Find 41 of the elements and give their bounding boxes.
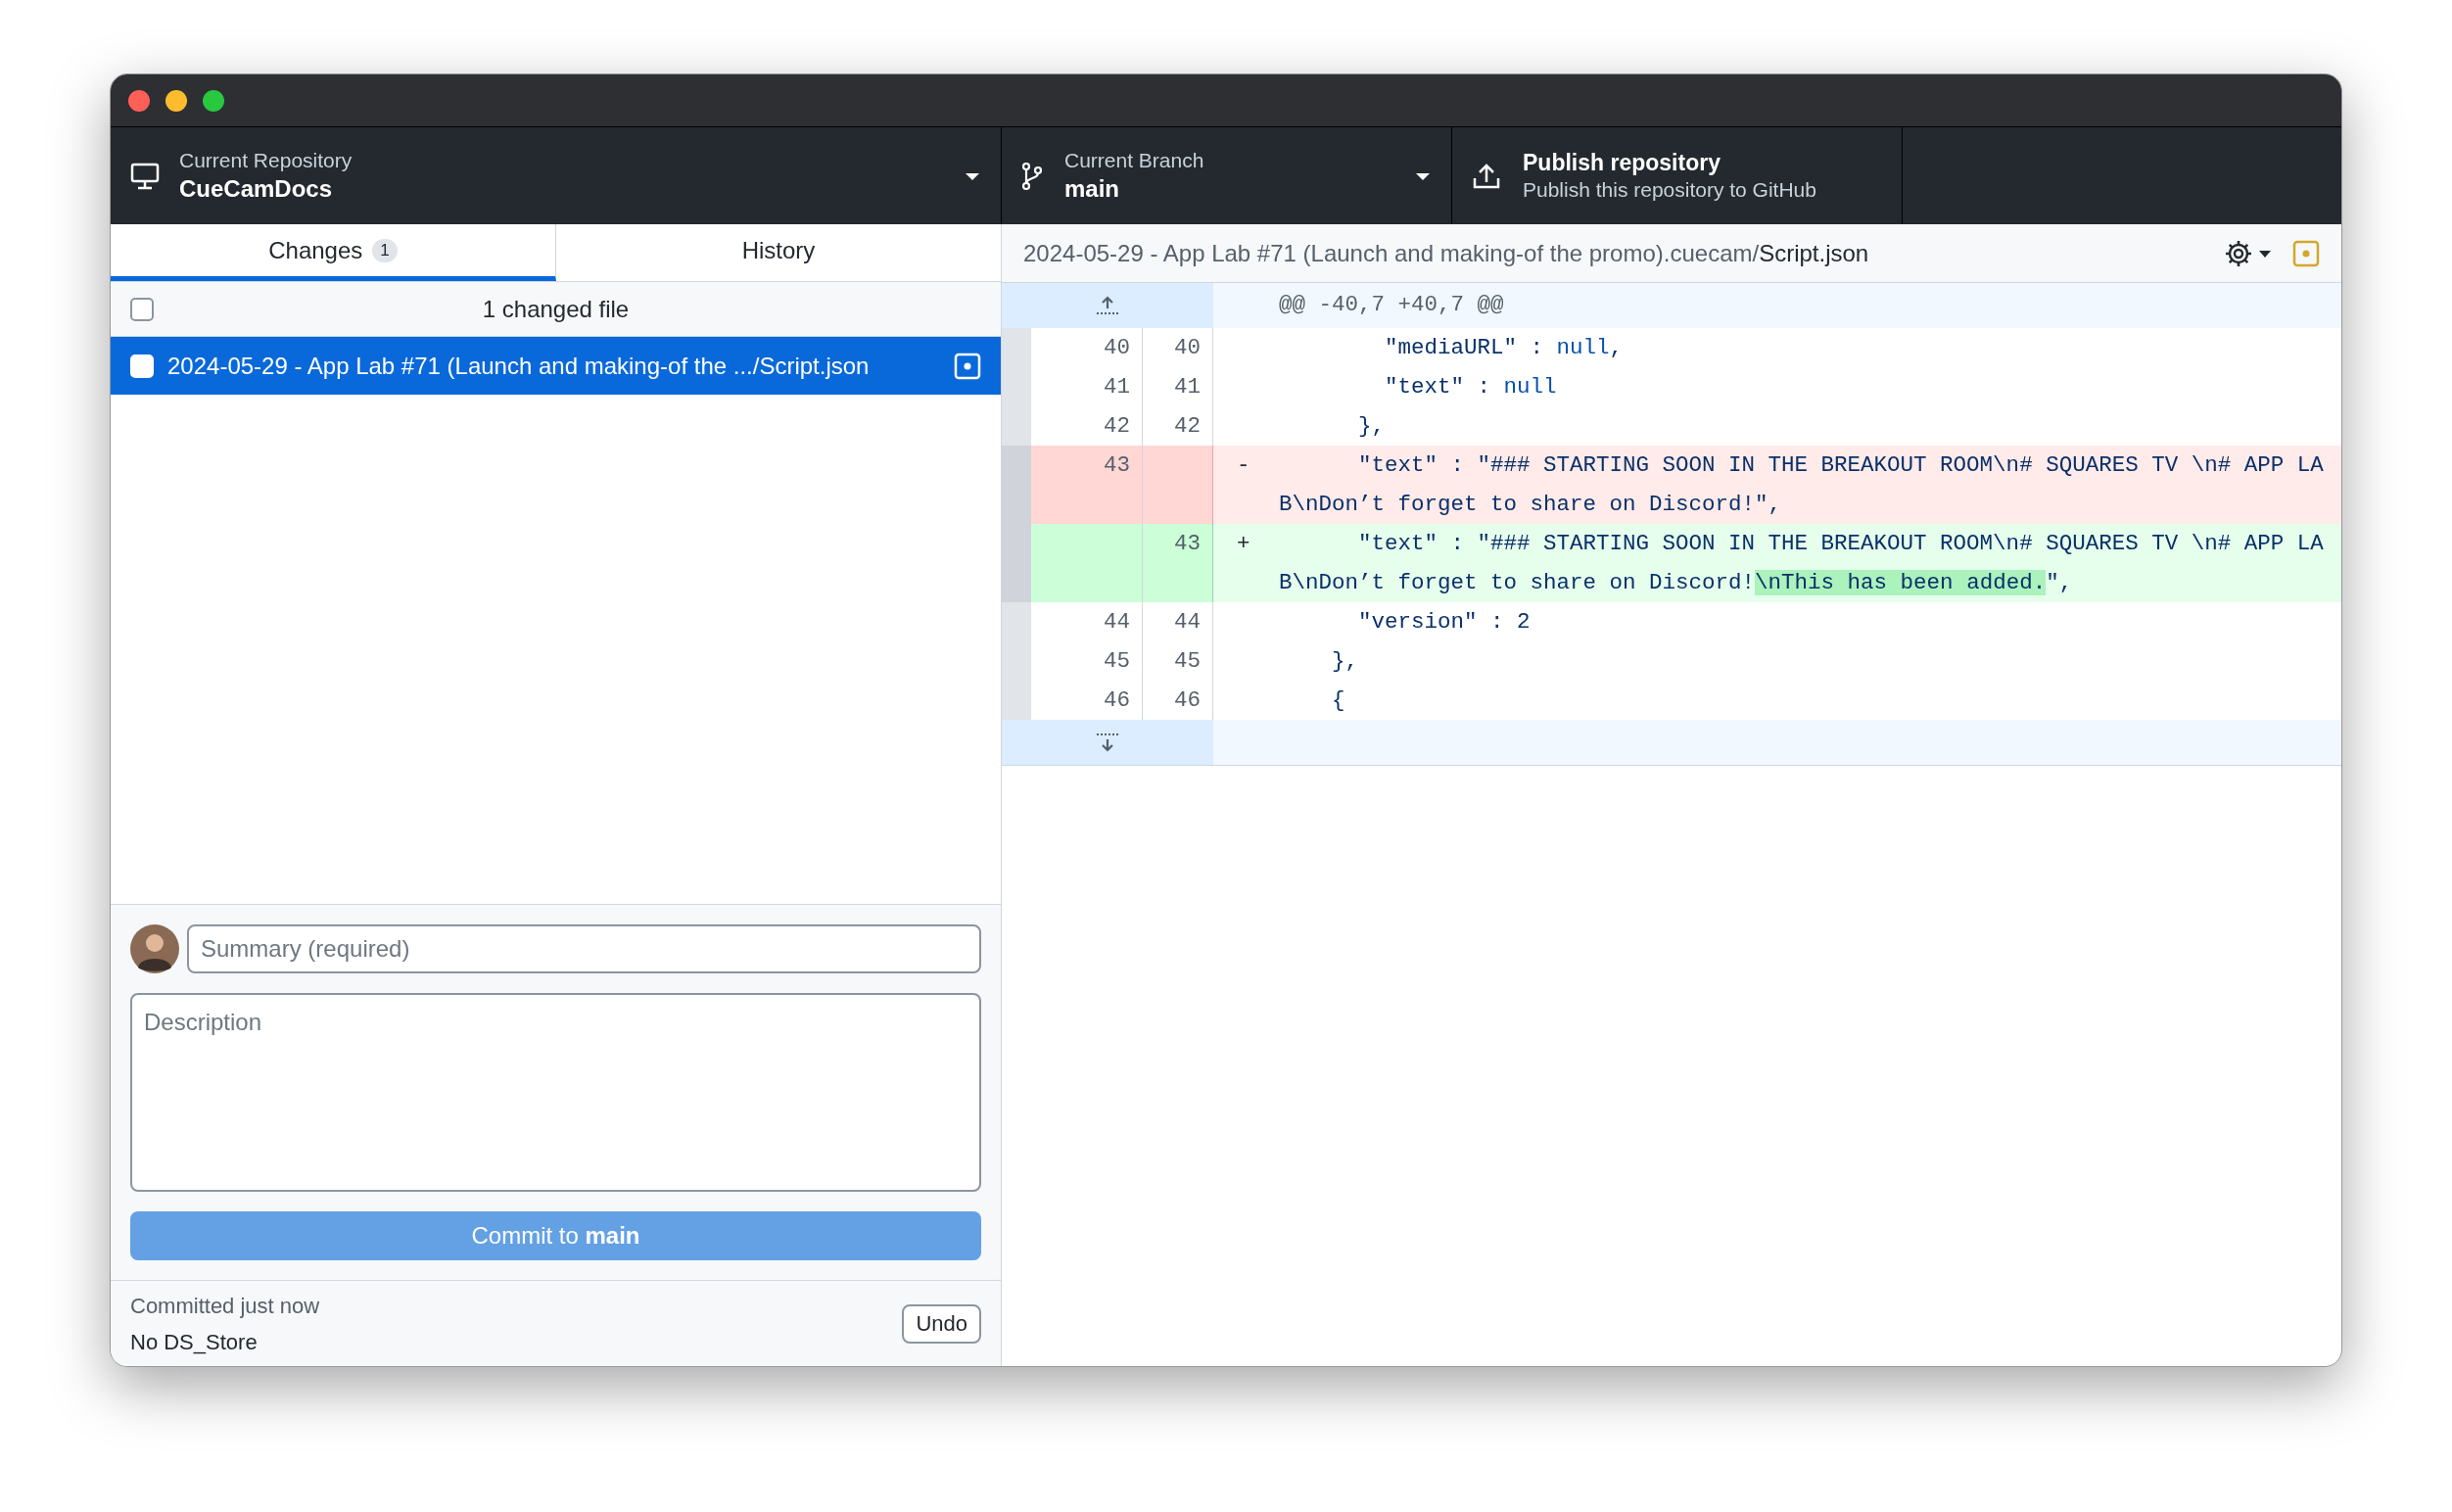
expand-up-icon xyxy=(1095,295,1120,316)
hunk-header: @@ -40,7 +40,7 @@ xyxy=(1279,291,1504,320)
changed-files-count: 1 changed file xyxy=(481,294,631,324)
modified-file-icon xyxy=(2292,239,2320,267)
settings-icon xyxy=(2224,238,2253,268)
upload-icon xyxy=(1472,162,1501,190)
code-line: "text" : "### STARTING SOON IN THE BREAKOUT ROOM\n# SQUARES TV \n# APP LAB\nDon’t forget to share on Discord!", xyxy=(1279,451,2324,519)
description-field[interactable]: Description xyxy=(130,993,981,1192)
code-line: }, xyxy=(1357,412,1387,441)
code-line: "mediaURL" : null, xyxy=(1384,334,1625,362)
code-line: "text" : null xyxy=(1384,373,1558,402)
diff-marker: - xyxy=(1237,452,1250,478)
gutter-strip xyxy=(1002,328,1031,367)
file-name: Script.json xyxy=(1759,239,1869,266)
file-path: 2024-05-29 - App Lab #71 (Launch and making-of the .../Script.json xyxy=(167,351,871,381)
undo-button[interactable]: Undo xyxy=(902,1303,981,1344)
line-number: 43 xyxy=(1031,446,1143,524)
code-line: "version" : 2 xyxy=(1357,608,1532,637)
gutter-strip xyxy=(1002,681,1031,720)
settings-button[interactable] xyxy=(2224,238,2273,268)
commit-message: No DS_Store xyxy=(130,1328,259,1356)
summary-field[interactable]: Summary (required) xyxy=(187,924,981,973)
code-line: "text" : "### STARTING SOON IN THE BREAKOUT ROOM\n# SQUARES TV \n# APP LAB\nDon’t forget to share on Discord!\nThis has been added.", xyxy=(1279,530,2324,597)
code-line: }, xyxy=(1331,647,1360,676)
close-button[interactable] xyxy=(128,89,150,112)
file-row[interactable]: 2024-05-29 - App Lab #71 (Launch and making-of the .../Script.json xyxy=(111,337,1001,395)
branch-icon xyxy=(1021,161,1043,191)
expand-down-icon xyxy=(1095,732,1120,753)
code-line: { xyxy=(1331,686,1346,715)
count-badge: 1 xyxy=(372,238,398,262)
minimize-button[interactable] xyxy=(165,89,187,112)
modified-file-icon xyxy=(954,352,981,380)
tab[interactable]: Changes 1 xyxy=(111,224,556,281)
commit-status: Committed just now xyxy=(130,1292,320,1320)
checkbox[interactable] xyxy=(130,297,154,321)
zoom-button[interactable] xyxy=(203,89,224,112)
monitor-icon xyxy=(130,162,160,190)
diff-marker: + xyxy=(1237,531,1250,556)
line-number: 43 xyxy=(1143,524,1213,602)
file-directory: 2024-05-29 - App Lab #71 (Launch and making-of the promo).cuecam/ xyxy=(1023,239,1760,266)
avatar-icon xyxy=(130,924,179,973)
